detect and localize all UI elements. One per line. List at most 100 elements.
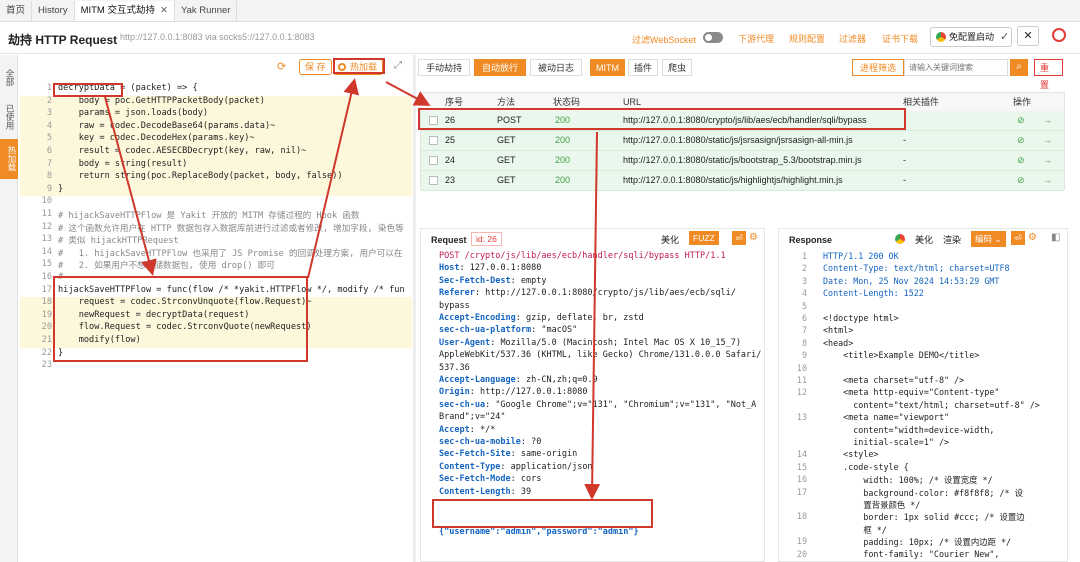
reset-button[interactable]: 重 置 [1034, 59, 1063, 90]
check-icon[interactable]: ✓ [1000, 30, 1009, 43]
tab-mitm[interactable]: MITM 交互式劫持 ✕ [74, 1, 175, 21]
shield-icon[interactable]: ⊘ [1017, 175, 1025, 186]
code-line[interactable]: 9} [20, 183, 412, 197]
request-line[interactable]: Accept-Language: zh-CN,zh;q=0.9 [439, 375, 598, 387]
code-line[interactable]: 4 raw = codec.DecodeBase64(params.data)~ [20, 120, 412, 134]
response-line[interactable]: 11 <meta charset="utf-8" /> [779, 375, 1049, 387]
search-icon[interactable]: ⌕ [1010, 59, 1028, 76]
tab-yak-runner[interactable]: Yak Runner [175, 1, 238, 21]
row-checkbox[interactable] [429, 176, 438, 185]
mode-manual-hijack[interactable]: 手动劫持 [418, 59, 471, 76]
search-input[interactable] [904, 59, 1008, 76]
sidebar-item-hot-reload[interactable]: 热加载 [0, 139, 18, 179]
request-line[interactable]: Content-Type: application/json [439, 462, 593, 474]
request-line[interactable]: Origin: http://127.0.0.1:8080 [439, 387, 587, 399]
tab-history[interactable]: History [32, 1, 75, 21]
refresh-icon[interactable]: ⟳ [277, 60, 286, 73]
close-icon[interactable]: ✕ [160, 5, 168, 16]
sidebar-item-used[interactable]: 已使用 [2, 99, 16, 135]
response-line[interactable]: 3 Date: Mon, 25 Nov 2024 14:53:29 GMT [779, 276, 1049, 288]
save-button[interactable]: 保 存 [299, 59, 332, 75]
code-line[interactable]: 10 [20, 196, 412, 209]
response-line[interactable]: initial-scale=1" /> [779, 437, 1049, 449]
response-line[interactable]: 10 [779, 363, 1049, 375]
table-row[interactable]: 23 GET 200 http://127.0.0.1:8080/static/js/… [421, 171, 1064, 191]
response-line[interactable]: 9 <title>Example DEMO</title> [779, 350, 1049, 362]
cert-download-link[interactable]: 证书下载 [882, 32, 918, 45]
response-line[interactable]: 20 font-family: "Courier New", [779, 549, 1049, 561]
code-line[interactable]: 5 key = codec.DecodeHex(params.key)~ [20, 133, 412, 146]
downstream-proxy-link[interactable]: 下游代理 [738, 32, 774, 45]
response-line[interactable]: 12 <meta http-equiv="Content-type" [779, 387, 1049, 399]
fuzz-button[interactable]: FUZZ [689, 231, 719, 245]
beautify-button[interactable]: 美化 [915, 233, 933, 246]
request-line[interactable]: Sec-Fetch-Mode: cors [439, 474, 541, 486]
request-line[interactable]: 537.36 [439, 363, 470, 375]
request-line[interactable]: Brand";v="24" [439, 412, 506, 424]
request-line[interactable]: AppleWebKit/537.36 (KHTML, like Gecko) C… [439, 350, 761, 362]
filter-link[interactable]: 过滤器 [839, 32, 866, 45]
request-line[interactable]: Host: 127.0.0.1:8080 [439, 263, 541, 275]
code-line[interactable]: 13 # 类似 hijackHTTPRequest [20, 234, 412, 247]
close-icon[interactable]: ✕ [1017, 26, 1039, 46]
response-line[interactable]: 17 background-color: #f8f8f8; /* 设 [779, 487, 1049, 499]
code-line[interactable]: 3 params = json.loads(body) [20, 108, 412, 121]
request-line[interactable]: Sec-Fetch-Dest: empty [439, 276, 547, 288]
tab-mitm-log[interactable]: MITM [590, 59, 625, 76]
code-line[interactable]: 8 return string(poc.ReplaceBody(packet, … [20, 171, 412, 184]
arrow-right-icon[interactable]: → [1043, 175, 1052, 185]
response-line[interactable]: 7 <html> [779, 325, 1049, 337]
response-line[interactable]: content="width=device-width, [779, 425, 1049, 437]
response-line[interactable]: 4 Content-Length: 1522 [779, 288, 1049, 300]
code-line[interactable]: 23 [20, 360, 412, 373]
send-icon[interactable]: ⏎ [1011, 231, 1025, 245]
splitter[interactable] [413, 55, 416, 562]
code-line[interactable]: 2 body = poc.GetHTTPPacketBody(packet) [20, 95, 412, 109]
response-line[interactable]: 15 .code-style { [779, 462, 1049, 474]
response-line[interactable]: 置背景颜色 */ [779, 499, 1049, 511]
process-filter-button[interactable]: 进程筛选 [852, 59, 905, 76]
code-line[interactable]: 12 # 这个函数允许用户在 HTTP 数据包存入数据库前进行过滤或者修改, 增加… [20, 222, 412, 235]
settings-icon[interactable]: ⚙ [1028, 232, 1037, 243]
request-line[interactable]: POST /crypto/js/lib/aes/ecb/handler/sqli… [439, 251, 726, 263]
sidebar-item-all[interactable]: 全部 [2, 63, 16, 91]
response-line[interactable]: 16 width: 100%; /* 设置宽度 */ [779, 474, 1049, 486]
code-line[interactable]: 6 result = codec.AESECBDecrypt(key, raw,… [20, 146, 412, 159]
request-line[interactable]: Accept-Encoding: gzip, deflate, br, zstd [439, 313, 644, 325]
arrow-right-icon[interactable]: → [1043, 155, 1052, 165]
rule-config-link[interactable]: 规则配置 [789, 32, 825, 45]
shield-icon[interactable]: ⊘ [1017, 115, 1025, 126]
response-line[interactable]: 2 Content-Type: text/html; charset=UTF8 [779, 263, 1049, 275]
response-line[interactable]: 14 <style> [779, 449, 1049, 461]
response-line[interactable]: 13 <meta name="viewport" [779, 412, 1049, 424]
table-row[interactable]: 25 GET 200 http://127.0.0.1:8080/static/js/… [421, 131, 1064, 151]
response-line[interactable]: 19 padding: 10px; /* 设置内边距 */ [779, 536, 1049, 548]
request-line[interactable]: bypass [439, 301, 470, 313]
send-icon[interactable]: ⏎ [732, 231, 746, 245]
beautify-button[interactable]: 美化 [661, 233, 679, 246]
response-line[interactable]: 1 HTTP/1.1 200 OK [779, 251, 1049, 263]
request-line[interactable]: {"username":"admin","password":"admin"} [439, 527, 639, 539]
tab-plugin[interactable]: 插件 [628, 59, 659, 76]
encode-dropdown[interactable]: 编码 ⌄ [971, 231, 1006, 247]
request-line[interactable]: Accept: */* [439, 425, 495, 437]
code-line[interactable]: 7 body = string(result) [20, 158, 412, 172]
code-line[interactable]: 11 # hijackSaveHTTPFlow 是 Yakit 开放的 MITM … [20, 209, 412, 222]
response-line[interactable]: 18 border: 1px solid #ccc; /* 设置边 [779, 511, 1049, 523]
request-line[interactable]: User-Agent: Mozilla/5.0 (Macintosh; Inte… [439, 338, 741, 350]
settings-icon[interactable]: ⚙ [749, 232, 758, 243]
tab-home[interactable]: 首页 [0, 1, 33, 21]
request-line[interactable]: Content-Length: 39 [439, 487, 531, 499]
shield-icon[interactable]: ⊘ [1017, 135, 1025, 146]
mode-passive-log[interactable]: 被动日志 [530, 59, 583, 76]
power-icon[interactable] [1052, 28, 1066, 42]
mode-auto-release[interactable]: 自动放行 [474, 59, 527, 76]
row-checkbox[interactable] [429, 136, 438, 145]
row-checkbox[interactable] [429, 156, 438, 165]
request-line[interactable]: sec-ch-ua: "Google Chrome";v="131", "Chr… [439, 400, 756, 412]
shield-icon[interactable]: ⊘ [1017, 155, 1025, 166]
request-line[interactable]: Referer: http://127.0.0.1:8080/crypto/js… [439, 288, 736, 300]
response-line[interactable]: 8 <head> [779, 338, 1049, 350]
fullscreen-icon[interactable]: ⤢ [394, 60, 402, 71]
code-line[interactable]: 14 # 1. hijackSaveHTTPFlow 也采用了 JS Promis… [20, 247, 412, 260]
